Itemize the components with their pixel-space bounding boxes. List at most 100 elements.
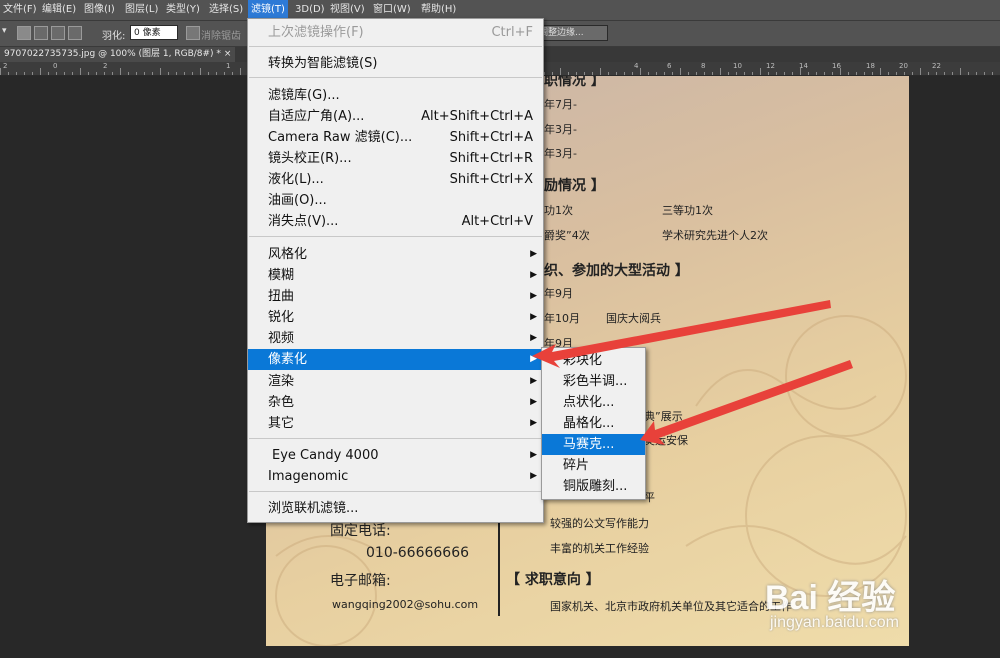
menu-image[interactable]: 图像(I) — [81, 0, 118, 20]
submenu-item-color-halftone[interactable]: 彩色半调... — [542, 371, 645, 392]
text-line: 奥运安保 — [644, 434, 688, 447]
submenu-item-mosaic[interactable]: 马赛克... — [542, 434, 645, 455]
submenu-item-mezzotint[interactable]: 铜版雕刻... — [542, 476, 645, 497]
phone-value: 010-66666666 — [366, 545, 470, 561]
text-line: 国庆大阅兵 — [606, 312, 661, 325]
menu-help[interactable]: 帮助(H) — [418, 0, 459, 20]
chevron-down-icon[interactable]: ▾ — [2, 26, 7, 36]
menu-item-filter-gallery[interactable]: 滤镜库(G)... — [248, 85, 543, 106]
ruler-tick — [784, 72, 785, 75]
ruler-tick — [216, 72, 217, 75]
menu-item-distort[interactable]: 扭曲 ▶ — [248, 286, 543, 307]
ruler-tick — [224, 72, 225, 75]
ruler-tick — [72, 72, 73, 75]
ruler-tick — [40, 68, 41, 75]
menu-item-imagenomic[interactable]: Imagenomic ▶ — [248, 466, 543, 487]
menu-item-noise[interactable]: 杂色 ▶ — [248, 392, 543, 413]
ruler-tick — [872, 72, 873, 75]
ruler-tick — [656, 72, 657, 75]
intersect-selection-icon[interactable] — [68, 26, 82, 40]
feather-input[interactable]: 0 像素 — [130, 25, 178, 40]
text-line: 典”展示 — [644, 410, 683, 423]
submenu-arrow-icon: ▶ — [530, 291, 537, 301]
ruler-tick — [792, 72, 793, 75]
ruler-tick — [808, 72, 809, 75]
menu-item-blur[interactable]: 模糊 ▶ — [248, 265, 543, 286]
menu-item-other[interactable]: 其它 ▶ — [248, 413, 543, 434]
ruler-tick — [120, 68, 121, 75]
menu-item-camera-raw[interactable]: Camera Raw 滤镜(C)... Shift+Ctrl+A — [248, 127, 543, 148]
close-icon[interactable]: × — [224, 49, 232, 59]
text-line: 年3月- — [544, 123, 577, 136]
add-selection-icon[interactable] — [34, 26, 48, 40]
ruler-tick — [856, 72, 857, 75]
ruler-tick — [16, 72, 17, 75]
submenu-item-fragment[interactable]: 碎片 — [542, 455, 645, 476]
menu-separator — [249, 236, 542, 237]
ruler-tick — [848, 72, 849, 75]
text-line: 国家机关、北京市政府机关单位及其它适合的工作 — [550, 600, 792, 613]
menu-item-stylize[interactable]: 风格化 ▶ — [248, 244, 543, 265]
new-selection-icon[interactable] — [17, 26, 31, 40]
text-line: 功1次 — [544, 204, 573, 217]
ruler-tick — [864, 72, 865, 75]
ruler-tick — [176, 72, 177, 75]
ruler-tick — [896, 72, 897, 75]
email-label: 电子邮箱: — [330, 573, 391, 589]
menu-select[interactable]: 选择(S) — [206, 0, 246, 20]
ruler-tick — [680, 68, 681, 75]
document-tab[interactable]: 9707022735735.jpg @ 100% (图层 1, RGB/8#) … — [0, 47, 236, 62]
menu-item-adaptive-wide-angle[interactable]: 自适应广角(A)... Alt+Shift+Ctrl+A — [248, 106, 543, 127]
menu-item-eye-candy[interactable]: Eye Candy 4000 ▶ — [248, 445, 543, 466]
submenu-item-crystallize[interactable]: 晶格化... — [542, 413, 645, 434]
subtract-selection-icon[interactable] — [51, 26, 65, 40]
ruler-tick — [200, 68, 201, 75]
submenu-item-pointillize[interactable]: 点状化... — [542, 392, 645, 413]
ruler-tick — [776, 72, 777, 75]
ruler-label: 4 — [634, 62, 639, 70]
menu-item-convert-smart-filter[interactable]: 转换为智能滤镜(S) — [248, 53, 543, 74]
menu-filter[interactable]: 滤镜(T) — [248, 0, 288, 20]
menu-type[interactable]: 类型(Y) — [163, 0, 203, 20]
section-title: 【 求职意向 】 — [506, 572, 600, 588]
ruler-tick — [920, 68, 921, 75]
ruler-tick — [32, 72, 33, 75]
ruler-label: 12 — [766, 62, 775, 70]
menu-item-browse-online[interactable]: 浏览联机滤镜... — [248, 498, 543, 519]
baidu-watermark: Bai 经验 jingyan.baidu.com — [765, 570, 965, 640]
menu-item-video[interactable]: 视频 ▶ — [248, 328, 543, 349]
ruler-tick — [232, 72, 233, 75]
submenu-item-facet[interactable]: 彩块化 — [542, 350, 645, 371]
menu-item-lens-correction[interactable]: 镜头校正(R)... Shift+Ctrl+R — [248, 148, 543, 169]
menu-3d[interactable]: 3D(D) — [292, 0, 328, 20]
menu-item-sharpen[interactable]: 锐化 ▶ — [248, 307, 543, 328]
ruler-tick — [984, 72, 985, 75]
menu-item-last-filter[interactable]: 上次滤镜操作(F) Ctrl+F — [248, 22, 543, 43]
submenu-arrow-icon: ▶ — [530, 397, 537, 407]
ruler-tick — [240, 68, 241, 75]
ruler-label: 0 — [53, 62, 58, 70]
text-line: 较强的公文写作能力 — [550, 517, 649, 530]
menu-item-vanishing-point[interactable]: 消失点(V)... Alt+Ctrl+V — [248, 211, 543, 232]
ruler-tick — [608, 72, 609, 75]
ruler-tick — [816, 72, 817, 75]
menu-item-liquify[interactable]: 液化(L)... Shift+Ctrl+X — [248, 169, 543, 190]
ruler-tick — [928, 72, 929, 75]
ruler-tick — [112, 72, 113, 75]
menu-layer[interactable]: 图层(L) — [122, 0, 161, 20]
ruler-tick — [992, 72, 993, 75]
antialias-checkbox[interactable] — [186, 26, 200, 40]
menu-edit[interactable]: 编辑(E) — [39, 0, 79, 20]
menu-window[interactable]: 窗口(W) — [370, 0, 414, 20]
ruler-tick — [952, 72, 953, 75]
menu-item-oil-paint[interactable]: 油画(O)... — [248, 190, 543, 211]
menu-view[interactable]: 视图(V) — [327, 0, 368, 20]
section-title: 职情况 】 — [544, 76, 605, 89]
menu-file[interactable]: 文件(F) — [0, 0, 40, 20]
menu-separator — [249, 491, 542, 492]
ruler-tick — [96, 72, 97, 75]
menu-item-render[interactable]: 渲染 ▶ — [248, 371, 543, 392]
menu-item-pixelate[interactable]: 像素化 ▶ — [248, 349, 543, 370]
ruler-tick — [976, 72, 977, 75]
ruler-label: 10 — [733, 62, 742, 70]
